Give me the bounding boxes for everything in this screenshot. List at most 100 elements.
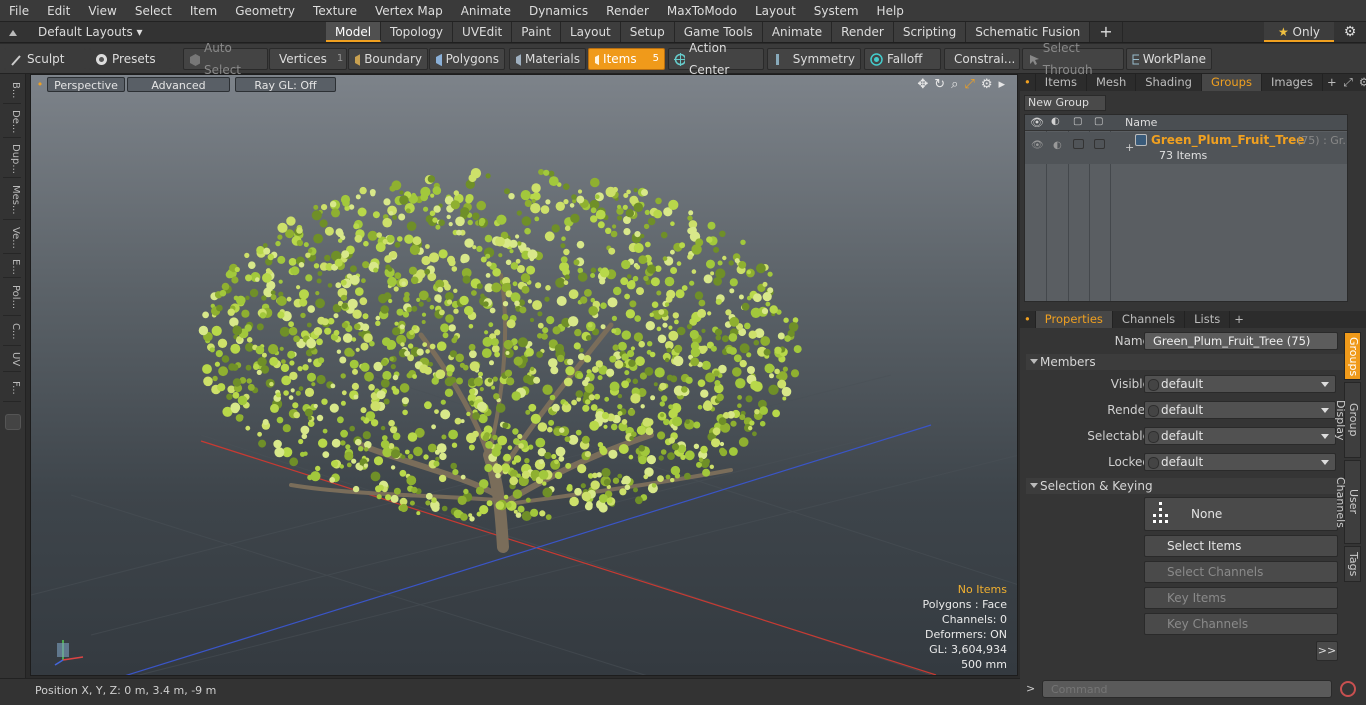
lock-column-icon[interactable]: ▢ [1073,116,1082,127]
viewport-more-icon[interactable]: ▸ [998,77,1005,92]
tab-paint[interactable]: Paint [512,22,561,42]
menu-edit[interactable]: Edit [38,0,79,22]
vertices-button[interactable]: Vertices 1 [269,48,347,70]
items-button[interactable]: Items 5 [588,48,665,70]
menu-item[interactable]: Item [181,0,226,22]
command-input[interactable] [1042,680,1332,698]
boundary-button[interactable]: Boundary [348,48,428,70]
constraints-button[interactable]: Constrai... [944,48,1020,70]
panel-gear-icon[interactable]: ⚙ [1356,74,1366,91]
visible-dropdown[interactable]: default [1144,375,1336,393]
members-section[interactable]: Members [1026,354,1358,370]
workplane-button[interactable]: WorkPlane [1126,48,1212,70]
presets-button[interactable]: Presets [89,48,171,70]
key-items-button[interactable]: Key Items [1144,587,1338,609]
left-tab-1[interactable]: De... [3,106,21,138]
left-tab-6[interactable]: Pol... [3,280,21,316]
tab-groups[interactable]: Groups [1201,74,1262,91]
side-tab-group-display[interactable]: Group Display [1334,382,1361,458]
add-props-tab-icon[interactable]: + [1230,311,1248,328]
raygl-dropdown[interactable]: Ray GL: Off [235,77,336,92]
viewport-settings-icon[interactable]: ⚙ [981,77,993,92]
view-mode-dropdown[interactable]: Perspective [47,77,125,92]
menu-animate[interactable]: Animate [452,0,520,22]
expand-icon[interactable]: + [1125,141,1134,154]
shading-dropdown[interactable]: Advanced [127,77,230,92]
row-lock-checkbox[interactable] [1073,139,1084,149]
tab-render[interactable]: Render [832,22,894,42]
action-center-button[interactable]: Action Center [668,41,764,77]
symmetry-button[interactable]: Symmetry [767,48,861,70]
falloff-button[interactable]: Falloff [864,48,941,70]
props-menu-icon[interactable]: • [1020,311,1036,328]
side-tab-groups[interactable]: Groups [1344,332,1361,380]
materials-button[interactable]: Materials [509,48,586,70]
3d-viewport[interactable]: • Perspective Advanced Ray GL: Off ✥ ↻ ⌕… [30,74,1018,676]
row-render-icon[interactable]: ◐ [1053,140,1062,151]
tab-model[interactable]: Model [326,22,382,42]
move-view-icon[interactable]: ✥ [917,77,928,92]
tab-setup[interactable]: Setup [620,22,675,42]
left-tab-5[interactable]: E... [3,256,21,278]
tab-lists[interactable]: Lists [1185,311,1231,328]
menu-select[interactable]: Select [126,0,181,22]
tab-images[interactable]: Images [1262,74,1323,91]
tab-mesh[interactable]: Mesh ... [1087,74,1137,106]
default-layouts-dropdown[interactable]: Default Layouts ▾ [38,22,143,42]
side-tab-tags[interactable]: Tags [1344,546,1361,582]
render-dropdown[interactable]: default [1144,401,1336,419]
none-button[interactable]: None [1144,497,1338,531]
left-tab-4[interactable]: Ve... [3,222,21,254]
select-column-icon[interactable]: ▢ [1094,116,1103,127]
tab-uvedit[interactable]: UVEdit [453,22,513,42]
tab-animate[interactable]: Animate [762,22,833,42]
row-select-checkbox[interactable] [1094,139,1105,149]
tab-layout[interactable]: Layout [560,22,621,42]
menu-file[interactable]: File [0,0,38,22]
left-tab-2[interactable]: Dup... [3,140,21,178]
tab-properties[interactable]: Properties [1035,311,1113,328]
menu-texture[interactable]: Texture [304,0,366,22]
menu-dynamics[interactable]: Dynamics [520,0,597,22]
menu-view[interactable]: View [79,0,125,22]
viewport-menu-icon[interactable]: • [35,77,45,92]
selection-keying-section[interactable]: Selection & Keying [1026,478,1358,494]
menu-layout[interactable]: Layout [746,0,805,22]
selectable-dropdown[interactable]: default [1144,427,1336,445]
zoom-view-icon[interactable]: ⌕ [951,77,958,92]
select-channels-button[interactable]: Select Channels [1144,561,1338,583]
menu-help[interactable]: Help [868,0,913,22]
rotate-view-icon[interactable]: ↻ [934,77,945,92]
record-macro-icon[interactable] [1340,681,1356,697]
menu-render[interactable]: Render [597,0,658,22]
maximize-icon[interactable]: ⤢ [1341,74,1356,91]
tab-items[interactable]: Items [1036,74,1087,91]
add-panel-tab-icon[interactable]: + [1323,74,1341,91]
auto-select-button[interactable]: Auto Select [183,41,268,77]
sculpt-button[interactable]: Sculpt [4,48,86,70]
name-field[interactable]: Green_Plum_Fruit_Tree (75) [1144,332,1338,350]
more-button[interactable]: >> [1316,641,1338,661]
menu-maxtomodo[interactable]: MaxToModo [658,0,746,22]
visibility-column-icon[interactable]: 👁 [1030,116,1044,129]
polygons-button[interactable]: Polygons [429,48,505,70]
left-tab-0[interactable]: B... [3,78,21,104]
row-visibility-icon[interactable]: 👁 [1031,140,1044,151]
side-tab-user-channels[interactable]: User Channels [1334,460,1361,544]
panel-menu-icon[interactable]: • [1020,74,1036,91]
left-tab-3[interactable]: Mes... [3,180,21,220]
left-tabs-toggle[interactable] [5,414,21,430]
tab-topology[interactable]: Topology [381,22,454,42]
render-column-icon[interactable]: ◐ [1051,116,1060,127]
select-through-button[interactable]: Select Through [1022,41,1124,77]
tab-channels[interactable]: Channels [1113,311,1186,328]
left-tab-8[interactable]: UV [3,348,21,372]
new-group-button[interactable]: New Group [1024,95,1106,111]
left-tab-9[interactable]: F... [3,374,21,402]
menu-vertex-map[interactable]: Vertex Map [366,0,452,22]
key-channels-button[interactable]: Key Channels [1144,613,1338,635]
tab-shading[interactable]: Shading [1136,74,1202,91]
menu-geometry[interactable]: Geometry [226,0,304,22]
layout-collapse-icon[interactable] [6,22,28,42]
select-items-button[interactable]: Select Items [1144,535,1338,557]
